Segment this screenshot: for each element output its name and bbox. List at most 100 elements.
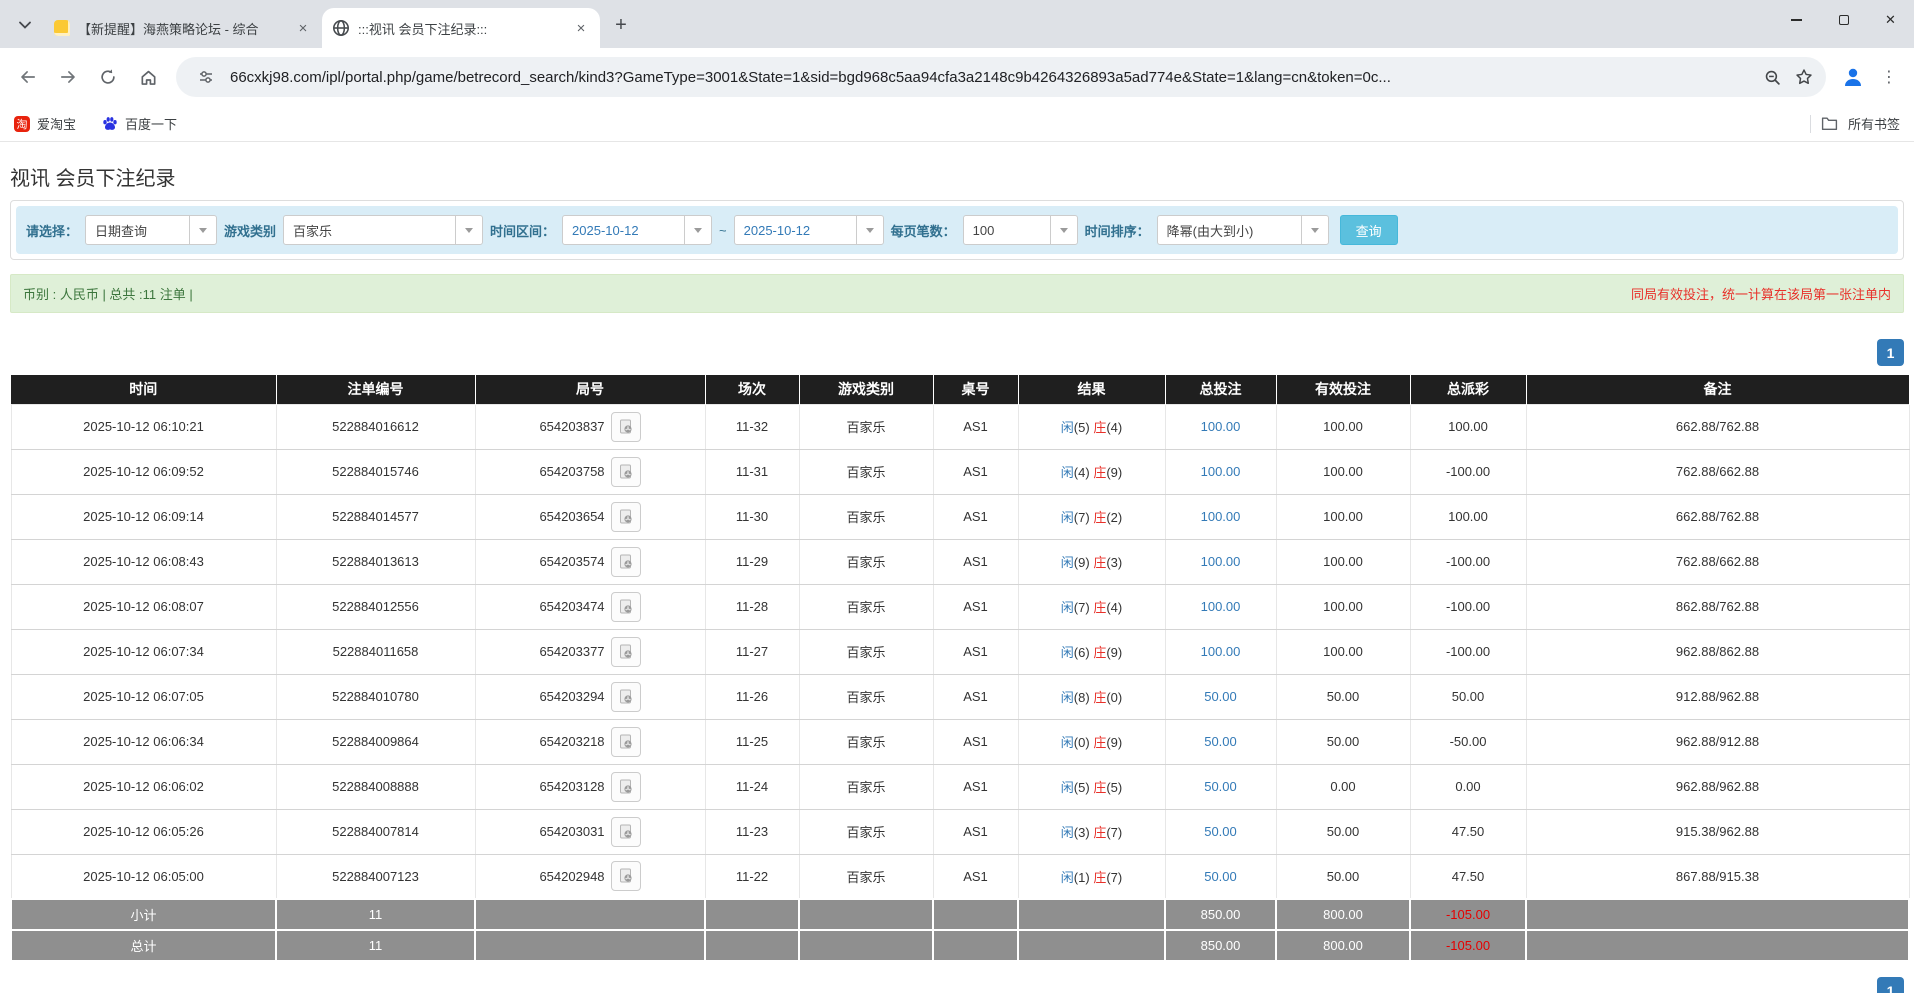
total-bet-link[interactable]: 50.00 xyxy=(1204,779,1237,794)
cell-note: 662.88/762.88 xyxy=(1526,404,1909,449)
total-bet-link[interactable]: 50.00 xyxy=(1204,869,1237,884)
back-button[interactable] xyxy=(8,57,48,97)
cell-valid-bet: 100.00 xyxy=(1276,404,1410,449)
summary-label: 总计 xyxy=(11,930,276,961)
cell-table-no: AS1 xyxy=(933,449,1018,494)
video-replay-icon[interactable] xyxy=(611,502,641,532)
cell-payout: 50.00 xyxy=(1410,674,1526,719)
tab-close-icon[interactable]: × xyxy=(572,19,590,37)
bet-row: 2025-10-12 06:09:14522884014577654203654… xyxy=(11,494,1909,539)
cell-session: 11-31 xyxy=(705,449,799,494)
cell-table-no: AS1 xyxy=(933,719,1018,764)
browser-toolbar: 66cxkj98.com/ipl/portal.php/game/betreco… xyxy=(0,48,1914,106)
page-1-button[interactable]: 1 xyxy=(1877,339,1904,366)
new-tab-button[interactable]: + xyxy=(606,10,636,40)
cell-game-type: 百家乐 xyxy=(799,539,933,584)
home-button[interactable] xyxy=(128,57,168,97)
close-button[interactable]: ✕ xyxy=(1867,0,1914,40)
cell-round: 654203218 xyxy=(475,719,705,764)
summary-game xyxy=(799,899,933,930)
video-replay-icon[interactable] xyxy=(611,817,641,847)
total-bet-link[interactable]: 50.00 xyxy=(1204,734,1237,749)
cell-result: 闲(6) 庄(9) xyxy=(1018,629,1165,674)
page-1-button[interactable]: 1 xyxy=(1877,977,1904,993)
video-replay-icon[interactable] xyxy=(611,457,641,487)
reload-button[interactable] xyxy=(88,57,128,97)
tab-title: 【新提醒】海燕策略论坛 - 综合 xyxy=(78,19,286,38)
total-bet-link[interactable]: 100.00 xyxy=(1201,644,1241,659)
zoom-icon[interactable] xyxy=(1756,61,1788,93)
query-type-value: 日期查询 xyxy=(86,216,189,244)
globe-icon xyxy=(332,19,350,37)
chevron-down-icon xyxy=(1301,216,1328,244)
cell-note: 662.88/762.88 xyxy=(1526,494,1909,539)
tab-close-icon[interactable]: × xyxy=(294,19,312,37)
forward-button[interactable] xyxy=(48,57,88,97)
bookmark-star-icon[interactable] xyxy=(1788,61,1820,93)
search-button[interactable]: 查询 xyxy=(1340,215,1398,245)
chevron-down-icon xyxy=(856,216,883,244)
cell-bet-id: 522884009864 xyxy=(276,719,475,764)
maximize-button[interactable] xyxy=(1820,0,1867,40)
bet-row: 2025-10-12 06:07:34522884011658654203377… xyxy=(11,629,1909,674)
minimize-button[interactable] xyxy=(1773,0,1820,40)
chevron-down-icon xyxy=(455,216,482,244)
cell-total-bet: 50.00 xyxy=(1165,809,1276,854)
cell-time: 2025-10-12 06:08:07 xyxy=(11,584,276,629)
date-to-select[interactable]: 2025-10-12 xyxy=(734,215,884,245)
total-bet-link[interactable]: 100.00 xyxy=(1201,464,1241,479)
total-bet-link[interactable]: 100.00 xyxy=(1201,419,1241,434)
video-replay-icon[interactable] xyxy=(611,727,641,757)
column-header-2: 局号 xyxy=(475,375,705,404)
bookmark-aitaobao[interactable]: 淘 爱淘宝 xyxy=(14,114,76,133)
cell-result: 闲(7) 庄(2) xyxy=(1018,494,1165,539)
cell-table-no: AS1 xyxy=(933,494,1018,539)
address-bar[interactable]: 66cxkj98.com/ipl/portal.php/game/betreco… xyxy=(176,57,1826,97)
sort-order-label: 时间排序： xyxy=(1085,221,1150,240)
cell-bet-id: 522884007814 xyxy=(276,809,475,854)
video-replay-icon[interactable] xyxy=(611,861,641,891)
video-replay-icon[interactable] xyxy=(611,592,641,622)
game-type-select[interactable]: 百家乐 xyxy=(283,215,483,245)
cell-round: 654203031 xyxy=(475,809,705,854)
cell-result: 闲(1) 庄(7) xyxy=(1018,854,1165,899)
bookmark-baidu[interactable]: 百度一下 xyxy=(102,114,177,133)
chevron-down-icon xyxy=(189,216,216,244)
profile-avatar[interactable] xyxy=(1834,58,1872,96)
column-header-1: 注单编号 xyxy=(276,375,475,404)
per-page-value: 100 xyxy=(964,216,1050,244)
video-replay-icon[interactable] xyxy=(611,772,641,802)
column-header-5: 桌号 xyxy=(933,375,1018,404)
game-type-value: 百家乐 xyxy=(284,216,455,244)
bet-row: 2025-10-12 06:09:52522884015746654203758… xyxy=(11,449,1909,494)
cell-table-no: AS1 xyxy=(933,539,1018,584)
date-from-select[interactable]: 2025-10-12 xyxy=(562,215,712,245)
all-bookmarks-button[interactable]: 所有书签 xyxy=(1848,114,1900,133)
cell-total-bet: 50.00 xyxy=(1165,719,1276,764)
bookmark-label: 百度一下 xyxy=(125,114,177,133)
summary-result xyxy=(1018,930,1165,961)
browser-menu-button[interactable]: ⋮ xyxy=(1872,58,1906,96)
total-bet-link[interactable]: 50.00 xyxy=(1204,689,1237,704)
tab-forum[interactable]: 【新提醒】海燕策略论坛 - 综合 × xyxy=(44,8,322,48)
query-type-select[interactable]: 日期查询 xyxy=(85,215,217,245)
tab-bet-records[interactable]: :::视讯 会员下注纪录::: × xyxy=(322,8,600,48)
column-header-10: 备注 xyxy=(1526,375,1909,404)
site-settings-icon[interactable] xyxy=(190,61,222,93)
cell-time: 2025-10-12 06:07:34 xyxy=(11,629,276,674)
tab-search-button[interactable] xyxy=(10,10,40,40)
window-controls: ✕ xyxy=(1773,0,1914,40)
url-text[interactable]: 66cxkj98.com/ipl/portal.php/game/betreco… xyxy=(230,69,1746,86)
cell-valid-bet: 50.00 xyxy=(1276,854,1410,899)
total-bet-link[interactable]: 100.00 xyxy=(1201,509,1241,524)
total-bet-link[interactable]: 50.00 xyxy=(1204,824,1237,839)
video-replay-icon[interactable] xyxy=(611,637,641,667)
video-replay-icon[interactable] xyxy=(611,682,641,712)
sort-order-select[interactable]: 降幂(由大到小) xyxy=(1157,215,1329,245)
cell-table-no: AS1 xyxy=(933,854,1018,899)
total-bet-link[interactable]: 100.00 xyxy=(1201,599,1241,614)
video-replay-icon[interactable] xyxy=(611,547,641,577)
video-replay-icon[interactable] xyxy=(611,412,641,442)
total-bet-link[interactable]: 100.00 xyxy=(1201,554,1241,569)
per-page-select[interactable]: 100 xyxy=(963,215,1078,245)
